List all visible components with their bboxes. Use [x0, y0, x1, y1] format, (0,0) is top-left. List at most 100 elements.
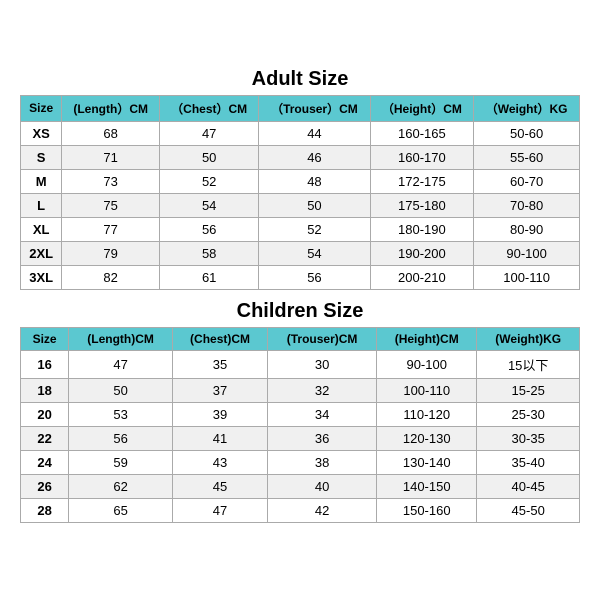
table-cell: 140-150 — [377, 474, 477, 498]
table-cell: 58 — [160, 241, 259, 265]
children-section: Children Size Size(Length)CM(Chest)CM(Tr… — [20, 300, 580, 523]
table-cell: 37 — [172, 378, 267, 402]
table-cell: 62 — [69, 474, 173, 498]
children-header-cell: Size — [21, 327, 69, 350]
table-row: 28654742150-16045-50 — [21, 498, 580, 522]
table-cell: 32 — [268, 378, 377, 402]
table-cell: 40-45 — [477, 474, 580, 498]
table-cell: 90-100 — [474, 241, 580, 265]
adult-header-cell: （Height）CM — [370, 95, 474, 121]
table-cell: 50 — [259, 193, 370, 217]
table-row: S715046160-17055-60 — [21, 145, 580, 169]
adult-section: Adult Size Size(Length）CM（Chest）CM（Trous… — [20, 68, 580, 290]
adult-header-cell: (Length）CM — [62, 95, 160, 121]
table-cell: 75 — [62, 193, 160, 217]
table-row: 22564136120-13030-35 — [21, 426, 580, 450]
children-title: Children Size — [20, 300, 580, 323]
table-cell: 41 — [172, 426, 267, 450]
table-cell: 45 — [172, 474, 267, 498]
table-cell: 35-40 — [477, 450, 580, 474]
table-cell: 172-175 — [370, 169, 474, 193]
table-cell: 18 — [21, 378, 69, 402]
table-cell: S — [21, 145, 62, 169]
adult-header-cell: （Trouser）CM — [259, 95, 370, 121]
table-cell: 130-140 — [377, 450, 477, 474]
table-cell: 100-110 — [474, 265, 580, 289]
adult-tbody: XS684744160-16550-60S715046160-17055-60M… — [21, 121, 580, 289]
table-cell: 42 — [268, 498, 377, 522]
table-cell: 24 — [21, 450, 69, 474]
table-cell: 52 — [160, 169, 259, 193]
table-cell: 110-120 — [377, 402, 477, 426]
table-cell: 50-60 — [474, 121, 580, 145]
table-cell: 120-130 — [377, 426, 477, 450]
table-cell: 16 — [21, 350, 69, 378]
table-row: 1647353090-10015以下 — [21, 350, 580, 378]
table-cell: 54 — [259, 241, 370, 265]
table-cell: 90-100 — [377, 350, 477, 378]
table-cell: 38 — [268, 450, 377, 474]
table-cell: 71 — [62, 145, 160, 169]
table-cell: 55-60 — [474, 145, 580, 169]
table-cell: 100-110 — [377, 378, 477, 402]
children-header-cell: (Trouser)CM — [268, 327, 377, 350]
table-cell: M — [21, 169, 62, 193]
adult-header-cell: （Weight）KG — [474, 95, 580, 121]
table-cell: 150-160 — [377, 498, 477, 522]
table-cell: 45-50 — [477, 498, 580, 522]
table-cell: 36 — [268, 426, 377, 450]
table-cell: 52 — [259, 217, 370, 241]
table-cell: 56 — [69, 426, 173, 450]
table-cell: 53 — [69, 402, 173, 426]
table-row: M735248172-17560-70 — [21, 169, 580, 193]
table-row: L755450175-18070-80 — [21, 193, 580, 217]
table-cell: 175-180 — [370, 193, 474, 217]
adult-header-cell: （Chest）CM — [160, 95, 259, 121]
table-cell: 73 — [62, 169, 160, 193]
table-cell: 60-70 — [474, 169, 580, 193]
table-cell: 80-90 — [474, 217, 580, 241]
table-cell: 20 — [21, 402, 69, 426]
table-cell: 22 — [21, 426, 69, 450]
table-cell: XS — [21, 121, 62, 145]
table-cell: 180-190 — [370, 217, 474, 241]
adult-header-row: Size(Length）CM（Chest）CM（Trouser）CM（Heigh… — [21, 95, 580, 121]
children-tbody: 1647353090-10015以下18503732100-11015-2520… — [21, 350, 580, 522]
table-cell: 77 — [62, 217, 160, 241]
table-cell: 56 — [259, 265, 370, 289]
children-header-cell: (Height)CM — [377, 327, 477, 350]
table-cell: 30-35 — [477, 426, 580, 450]
table-cell: 200-210 — [370, 265, 474, 289]
table-cell: 44 — [259, 121, 370, 145]
table-cell: 47 — [69, 350, 173, 378]
table-cell: 70-80 — [474, 193, 580, 217]
table-cell: 65 — [69, 498, 173, 522]
adult-header-cell: Size — [21, 95, 62, 121]
table-cell: 25-30 — [477, 402, 580, 426]
table-row: 26624540140-15040-45 — [21, 474, 580, 498]
children-header-row: Size(Length)CM(Chest)CM(Trouser)CM(Heigh… — [21, 327, 580, 350]
table-cell: 15-25 — [477, 378, 580, 402]
table-cell: 15以下 — [477, 350, 580, 378]
table-row: 3XL826156200-210100-110 — [21, 265, 580, 289]
table-cell: 59 — [69, 450, 173, 474]
table-cell: 28 — [21, 498, 69, 522]
table-cell: 43 — [172, 450, 267, 474]
table-cell: 35 — [172, 350, 267, 378]
table-cell: 61 — [160, 265, 259, 289]
table-cell: 160-170 — [370, 145, 474, 169]
table-cell: 82 — [62, 265, 160, 289]
table-row: 18503732100-11015-25 — [21, 378, 580, 402]
children-table: Size(Length)CM(Chest)CM(Trouser)CM(Heigh… — [20, 327, 580, 523]
table-cell: 47 — [172, 498, 267, 522]
table-cell: 79 — [62, 241, 160, 265]
table-cell: 26 — [21, 474, 69, 498]
table-cell: 160-165 — [370, 121, 474, 145]
table-row: XL775652180-19080-90 — [21, 217, 580, 241]
table-cell: 56 — [160, 217, 259, 241]
table-cell: 46 — [259, 145, 370, 169]
table-row: 24594338130-14035-40 — [21, 450, 580, 474]
table-cell: 34 — [268, 402, 377, 426]
table-cell: 2XL — [21, 241, 62, 265]
table-cell: 190-200 — [370, 241, 474, 265]
